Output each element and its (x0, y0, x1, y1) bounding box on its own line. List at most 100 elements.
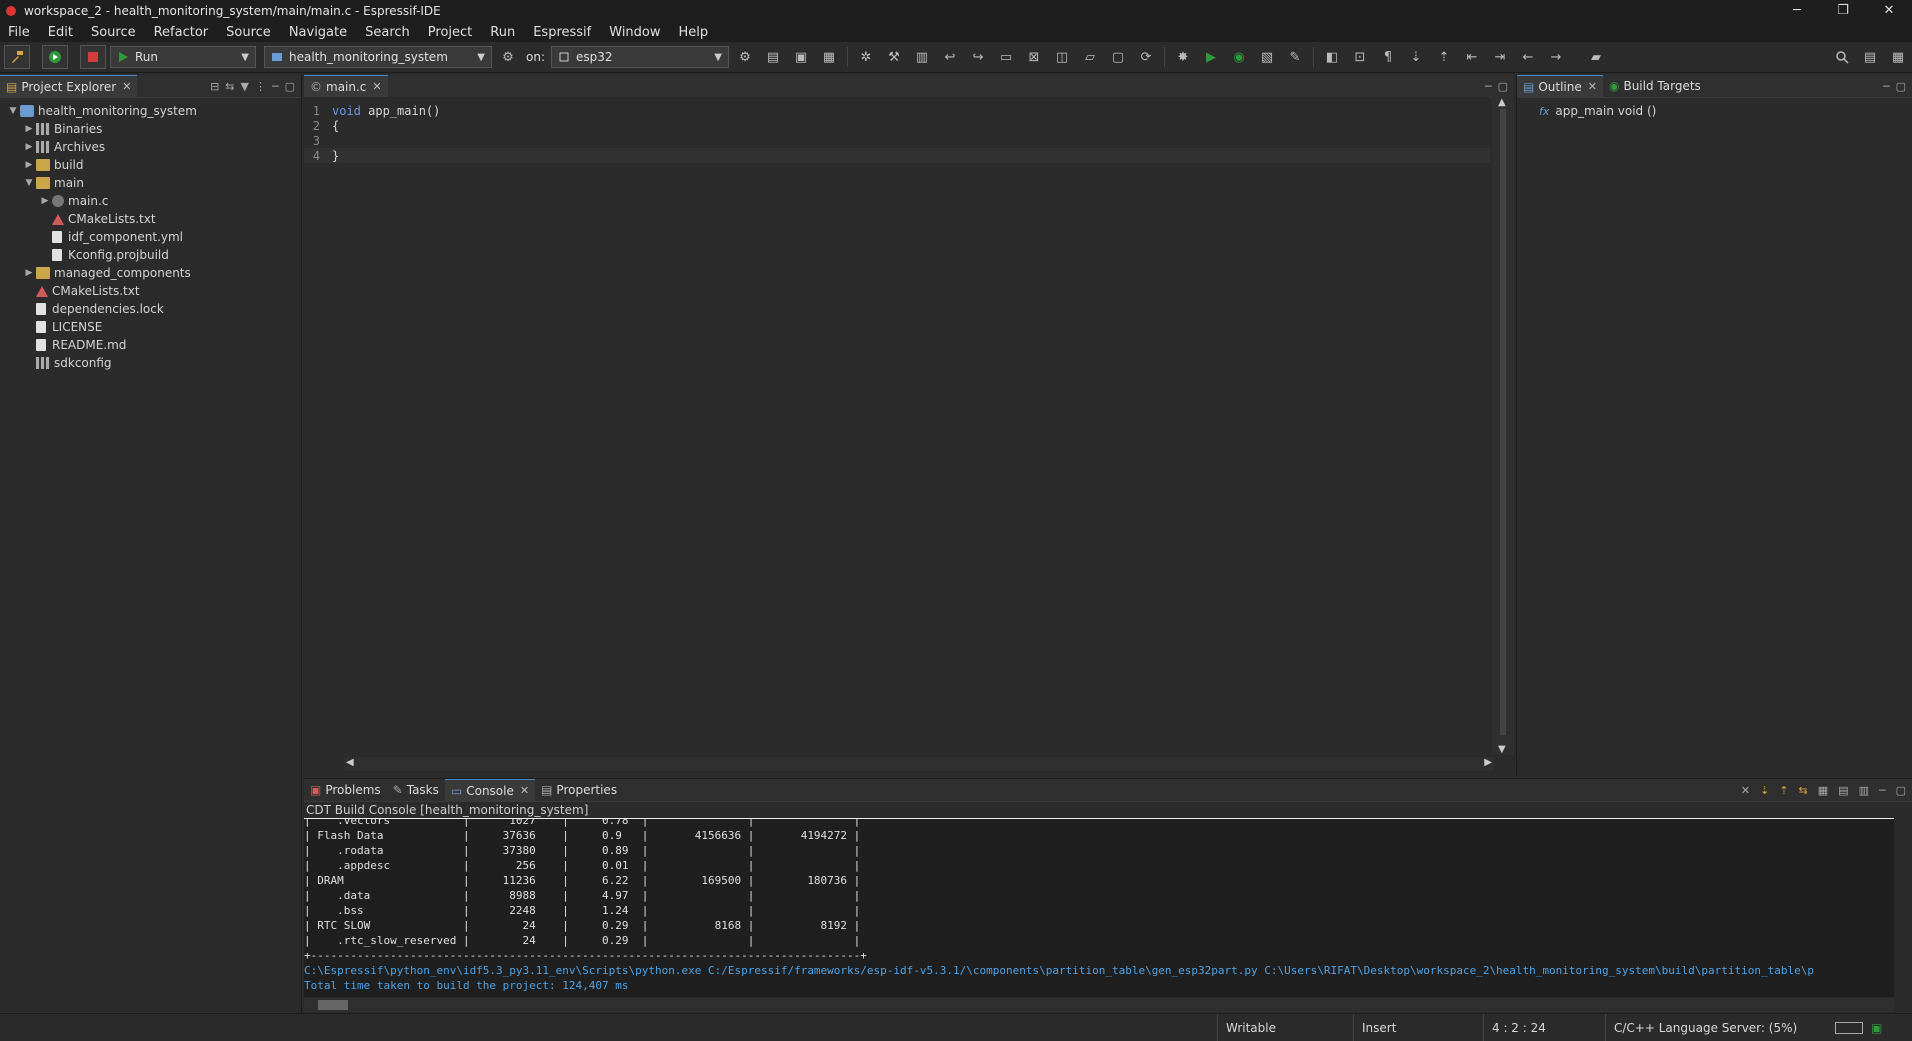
tab-tasks[interactable]: ✎ Tasks (387, 779, 445, 801)
debug-icon[interactable]: ⊠ (1022, 46, 1046, 68)
tree-item[interactable]: ▶ main.c (0, 192, 301, 210)
expand-closed-icon[interactable]: ▶ (22, 124, 36, 134)
word-wrap-icon[interactable]: ⇆ (1799, 784, 1808, 797)
undo-icon[interactable]: ↩ (938, 46, 962, 68)
run-icon[interactable]: ▶ (1199, 46, 1223, 68)
scroll-thumb[interactable] (318, 1000, 348, 1010)
link-editor-icon[interactable]: ⇆ (225, 80, 234, 93)
new-icon[interactable]: ▤ (761, 46, 785, 68)
restore-button[interactable]: ❐ (1820, 0, 1866, 22)
launch-config-select[interactable]: health_monitoring_system ▼ (264, 46, 492, 68)
editor-vertical-scrollbar[interactable]: ▲ ▼ (1492, 97, 1514, 755)
minimize-view-icon[interactable]: ─ (272, 80, 279, 93)
launch-run-icon[interactable] (42, 45, 68, 69)
tree-item[interactable]: ▼ main (0, 174, 301, 192)
tree-item[interactable]: ▶ managed_components (0, 264, 301, 282)
maximize-view-icon[interactable]: ▢ (1896, 80, 1906, 93)
console-command-link[interactable]: C:\Espressif\python_env\idf5.3_py3.11_en… (304, 963, 1894, 978)
launch-target-select[interactable]: esp32 ▼ (551, 46, 729, 68)
tree-item[interactable]: ▶ Archives (0, 138, 301, 156)
hammer-icon[interactable]: ⚒ (882, 46, 906, 68)
scroll-right-icon[interactable]: ▶ (1484, 757, 1492, 768)
menu-espressif[interactable]: Espressif (525, 25, 601, 40)
tree-item[interactable]: CMakeLists.txt (0, 282, 301, 300)
menu-help[interactable]: Help (671, 25, 719, 40)
new-class-icon[interactable]: ◫ (1050, 46, 1074, 68)
stop-icon[interactable] (80, 45, 106, 69)
maximize-view-icon[interactable]: ▢ (285, 80, 295, 93)
menu-navigate[interactable]: Navigate (281, 25, 357, 40)
launch-target-gear-icon[interactable]: ⚙ (733, 46, 757, 68)
tab-project-explorer[interactable]: ▤ Project Explorer ✕ (0, 74, 138, 98)
expand-closed-icon[interactable]: ▶ (22, 142, 36, 152)
tree-item[interactable]: ▶ Binaries (0, 120, 301, 138)
tree-item[interactable]: Kconfig.projbuild (0, 246, 301, 264)
menu-search[interactable]: Search (357, 25, 420, 40)
console-output[interactable]: | .vectors | 1027 | 0.78 | | | | Flash D… (304, 818, 1894, 997)
menu-run[interactable]: Run (482, 25, 525, 40)
next-annotation-icon[interactable]: ⇣ (1404, 46, 1428, 68)
close-window-button[interactable]: ✕ (1866, 0, 1912, 22)
refresh-icon[interactable]: ⟳ (1134, 46, 1158, 68)
expand-open-icon[interactable]: ▼ (22, 178, 36, 188)
outline-item[interactable]: fx app_main void () (1517, 102, 1912, 120)
tree-item[interactable]: ▶ build (0, 156, 301, 174)
external-tools-icon[interactable]: ◉ (1227, 46, 1251, 68)
show-whitespace-icon[interactable]: ¶ (1376, 46, 1400, 68)
tab-properties[interactable]: ▤ Properties (535, 779, 623, 801)
build-hammer-icon[interactable] (4, 45, 30, 69)
tab-build-targets[interactable]: ◉ Build Targets (1603, 75, 1707, 97)
close-icon[interactable]: ✕ (372, 80, 381, 93)
tree-item[interactable]: ▼ health_monitoring_system (0, 102, 301, 120)
view-menu-icon[interactable]: ⋮ (255, 80, 266, 93)
tree-item[interactable]: sdkconfig (0, 354, 301, 372)
new-file-icon[interactable]: ▢ (1106, 46, 1130, 68)
settings-icon[interactable]: ✲ (854, 46, 878, 68)
search-brush-icon[interactable]: ✎ (1283, 46, 1307, 68)
menu-refactor[interactable]: Refactor (146, 25, 219, 40)
clear-console-icon[interactable]: ✕ (1741, 784, 1750, 797)
tree-item[interactable]: README.md (0, 336, 301, 354)
scroll-lock-down-icon[interactable]: ⇣ (1760, 784, 1769, 797)
tree-item[interactable]: dependencies.lock (0, 300, 301, 318)
open-console-icon[interactable]: ▥ (1859, 784, 1869, 797)
minimize-view-icon[interactable]: ─ (1485, 80, 1492, 93)
close-icon[interactable]: ✕ (520, 784, 529, 797)
console-horizontal-scrollbar[interactable] (304, 998, 1894, 1012)
scroll-left-icon[interactable]: ◀ (346, 757, 354, 768)
menu-file[interactable]: File (0, 25, 40, 40)
tab-main-c[interactable]: © main.c ✕ (304, 74, 388, 98)
perspective-cdt-icon[interactable]: ▦ (1886, 46, 1910, 68)
minimize-view-icon[interactable]: ─ (1879, 784, 1886, 797)
terminal-icon[interactable]: ▥ (910, 46, 934, 68)
window-icon[interactable]: ▭ (994, 46, 1018, 68)
previous-annotation-icon[interactable]: ⇡ (1432, 46, 1456, 68)
pin-console-icon[interactable]: ▦ (1818, 784, 1828, 797)
menu-source-2[interactable]: Source (218, 25, 281, 40)
forward-edit-icon[interactable]: ⇥ (1488, 46, 1512, 68)
search-icon[interactable] (1830, 46, 1854, 68)
scroll-down-icon[interactable]: ▼ (1498, 744, 1506, 755)
close-icon[interactable]: ✕ (1588, 80, 1597, 93)
expand-closed-icon[interactable]: ▶ (38, 196, 52, 206)
notification-icon[interactable]: ▣ (1871, 1021, 1882, 1035)
debug-bug-icon[interactable]: ✸ (1171, 46, 1195, 68)
minimize-view-icon[interactable]: ─ (1883, 80, 1890, 93)
expand-closed-icon[interactable]: ▶ (22, 160, 36, 170)
open-task-icon[interactable]: ▧ (1255, 46, 1279, 68)
launch-config-gear-icon[interactable]: ⚙ (496, 46, 520, 68)
tab-console[interactable]: ▭ Console ✕ (444, 778, 536, 802)
toggle-mark-icon[interactable]: ◧ (1320, 46, 1344, 68)
menu-project[interactable]: Project (420, 25, 482, 40)
pin-editor-icon[interactable]: ▰ (1584, 46, 1608, 68)
menu-window[interactable]: Window (601, 25, 670, 40)
code-line[interactable]: 2{ (304, 118, 1490, 133)
redo-icon[interactable]: ↪ (966, 46, 990, 68)
close-icon[interactable]: ✕ (122, 80, 131, 93)
tree-item[interactable]: CMakeLists.txt (0, 210, 301, 228)
tab-outline[interactable]: ▤ Outline ✕ (1517, 74, 1603, 98)
tree-item[interactable]: idf_component.yml (0, 228, 301, 246)
forward-arrow-icon[interactable]: → (1544, 46, 1568, 68)
block-selection-icon[interactable]: ⊡ (1348, 46, 1372, 68)
code-line[interactable]: 1 void app_main() (304, 103, 1490, 118)
